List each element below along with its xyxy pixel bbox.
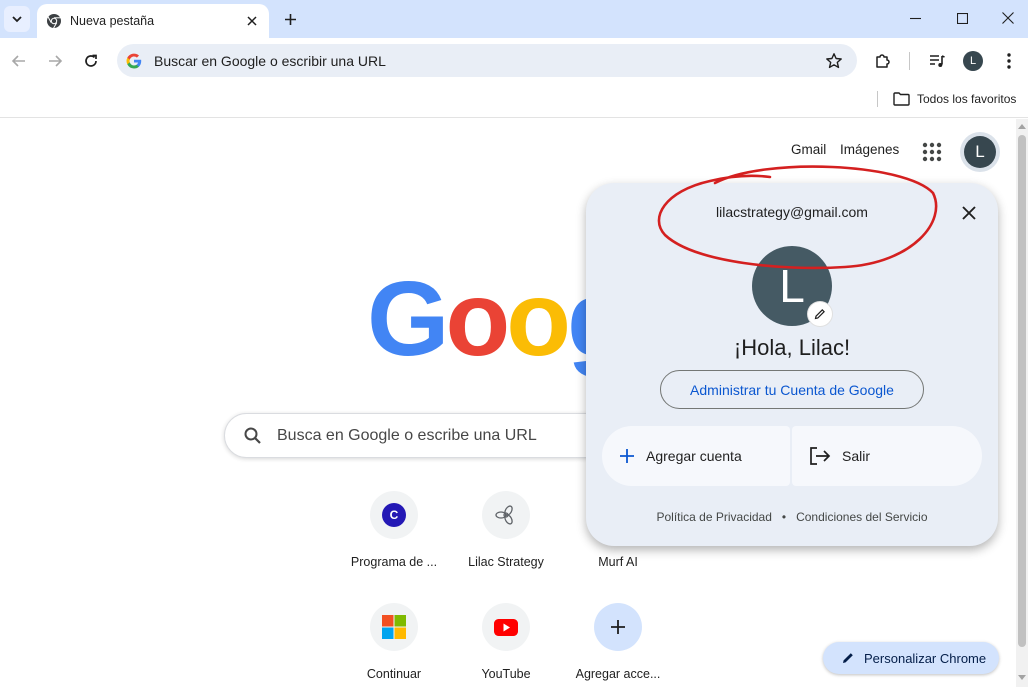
tab-new-tab[interactable]: Nueva pestaña xyxy=(37,4,269,38)
star-icon[interactable] xyxy=(825,52,843,70)
close-icon xyxy=(1002,12,1014,24)
puzzle-icon xyxy=(876,54,890,68)
edit-photo-button[interactable] xyxy=(808,302,832,326)
close-icon xyxy=(247,16,257,26)
youtube-icon xyxy=(494,618,518,636)
account-popup: lilacstrategy@gmail.com L ¡Hola, Lilac! … xyxy=(586,183,998,546)
tab-strip: Nueva pestaña xyxy=(0,0,1028,38)
reload-button[interactable] xyxy=(77,47,105,75)
pencil-icon xyxy=(814,309,825,320)
address-bar-text: Buscar en Google o escribir una URL xyxy=(154,52,386,69)
sign-out-label: Salir xyxy=(842,448,871,464)
microsoft-icon xyxy=(382,615,406,639)
google-apps-icon[interactable] xyxy=(919,139,945,165)
c-letter-icon: C xyxy=(382,503,406,527)
tab-search-button[interactable] xyxy=(4,6,30,32)
playlist-music-icon xyxy=(930,55,945,67)
shortcut-tile[interactable]: C Programa de ... xyxy=(338,488,450,598)
shortcut-icon-bg xyxy=(482,603,530,651)
scroll-down-arrow-icon[interactable] xyxy=(1018,675,1026,681)
account-actions: Agregar cuenta Salir xyxy=(602,426,982,486)
search-placeholder: Busca en Google o escribe una URL xyxy=(277,426,537,444)
back-button[interactable] xyxy=(5,47,33,75)
google-g-icon xyxy=(126,53,142,68)
shortcut-tile[interactable]: Continuar xyxy=(338,600,450,687)
shortcut-icon-bg: C xyxy=(370,491,418,539)
scrollbar-thumb[interactable] xyxy=(1018,135,1026,647)
shortcut-tile[interactable]: YouTube xyxy=(450,600,562,687)
add-account-label: Agregar cuenta xyxy=(646,448,742,464)
chrome-icon xyxy=(47,14,61,29)
menu-button[interactable] xyxy=(996,48,1022,74)
media-controls-button[interactable] xyxy=(924,48,950,74)
shortcut-icon-bg xyxy=(482,491,530,539)
logo-letter: G xyxy=(367,260,449,378)
maximize-icon xyxy=(956,12,968,24)
popup-footer: Política de Privacidad • Condiciones del S… xyxy=(586,510,998,524)
images-link[interactable]: Imágenes xyxy=(840,142,899,157)
footer-separator: • xyxy=(781,510,787,524)
folder-icon xyxy=(893,92,910,106)
address-bar[interactable]: Buscar en Google o escribir una URL xyxy=(117,44,857,77)
shortcut-label: Lilac Strategy xyxy=(468,555,544,569)
maximize-button[interactable] xyxy=(939,0,985,36)
plus-icon xyxy=(611,620,625,634)
sign-out-button[interactable]: Salir xyxy=(792,426,982,486)
chevron-down-icon xyxy=(12,16,22,23)
minimize-icon xyxy=(909,17,921,19)
customize-chrome-button[interactable]: Personalizar Chrome xyxy=(823,642,999,674)
gmail-link[interactable]: Gmail xyxy=(791,142,826,157)
forward-button[interactable] xyxy=(41,47,69,75)
extensions-button[interactable] xyxy=(870,48,896,74)
arrow-right-icon xyxy=(49,55,63,67)
lilac-strategy-logo-icon xyxy=(495,505,513,525)
avatar: L xyxy=(964,136,996,168)
logo-letter: o xyxy=(445,260,510,378)
account-email: lilacstrategy@gmail.com xyxy=(716,204,868,220)
profile-button[interactable]: L xyxy=(960,48,986,74)
tab-close-button[interactable] xyxy=(244,13,260,29)
shortcut-icon-bg xyxy=(370,603,418,651)
minimize-button[interactable] xyxy=(892,0,938,36)
account-greeting: ¡Hola, Lilac! xyxy=(733,335,851,360)
close-icon xyxy=(962,206,976,220)
more-vertical-icon xyxy=(1007,53,1011,69)
shortcut-label: Agregar acce... xyxy=(575,667,661,681)
reload-icon xyxy=(85,54,97,67)
all-bookmarks-label: Todos los favoritos xyxy=(917,92,1017,106)
toolbar-divider xyxy=(909,52,910,70)
search-icon xyxy=(244,427,261,444)
shortcut-label: Programa de ... xyxy=(350,555,438,569)
logo-letter: o xyxy=(506,260,571,378)
popup-close-button[interactable] xyxy=(958,202,980,224)
account-button[interactable]: L xyxy=(960,132,1000,172)
shortcut-icon-bg xyxy=(594,603,642,651)
pencil-icon xyxy=(843,653,853,663)
shortcut-label: Continuar xyxy=(366,667,422,681)
shortcut-label: YouTube xyxy=(481,667,531,681)
plus-icon xyxy=(284,13,296,25)
shortcut-label: Murf AI xyxy=(598,555,638,569)
privacy-policy-link[interactable]: Política de Privacidad xyxy=(656,510,771,524)
tab-title: Nueva pestaña xyxy=(70,14,155,28)
close-window-button[interactable] xyxy=(985,0,1028,36)
manage-account-button[interactable]: Administrar tu Cuenta de Google xyxy=(660,370,924,409)
customize-label: Personalizar Chrome xyxy=(864,650,987,666)
avatar: L xyxy=(963,51,983,71)
scroll-up-arrow-icon[interactable] xyxy=(1018,123,1026,129)
toolbar: Buscar en Google o escribir una URL L xyxy=(0,38,1028,83)
add-account-button[interactable]: Agregar cuenta xyxy=(602,426,790,486)
new-tab-button[interactable] xyxy=(277,6,303,32)
plus-icon xyxy=(620,449,634,463)
bookmarks-divider xyxy=(877,91,878,107)
arrow-left-icon xyxy=(11,55,25,67)
add-shortcut-tile[interactable]: Agregar acce... xyxy=(562,600,674,687)
scrollbar[interactable] xyxy=(1016,119,1028,687)
shortcut-tile[interactable]: Lilac Strategy xyxy=(450,488,562,598)
logout-icon xyxy=(810,447,831,465)
terms-of-service-link[interactable]: Condiciones del Servicio xyxy=(796,510,927,524)
bookmarks-bar: Todos los favoritos xyxy=(0,83,1028,118)
all-bookmarks-button[interactable]: Todos los favoritos xyxy=(893,89,1016,109)
